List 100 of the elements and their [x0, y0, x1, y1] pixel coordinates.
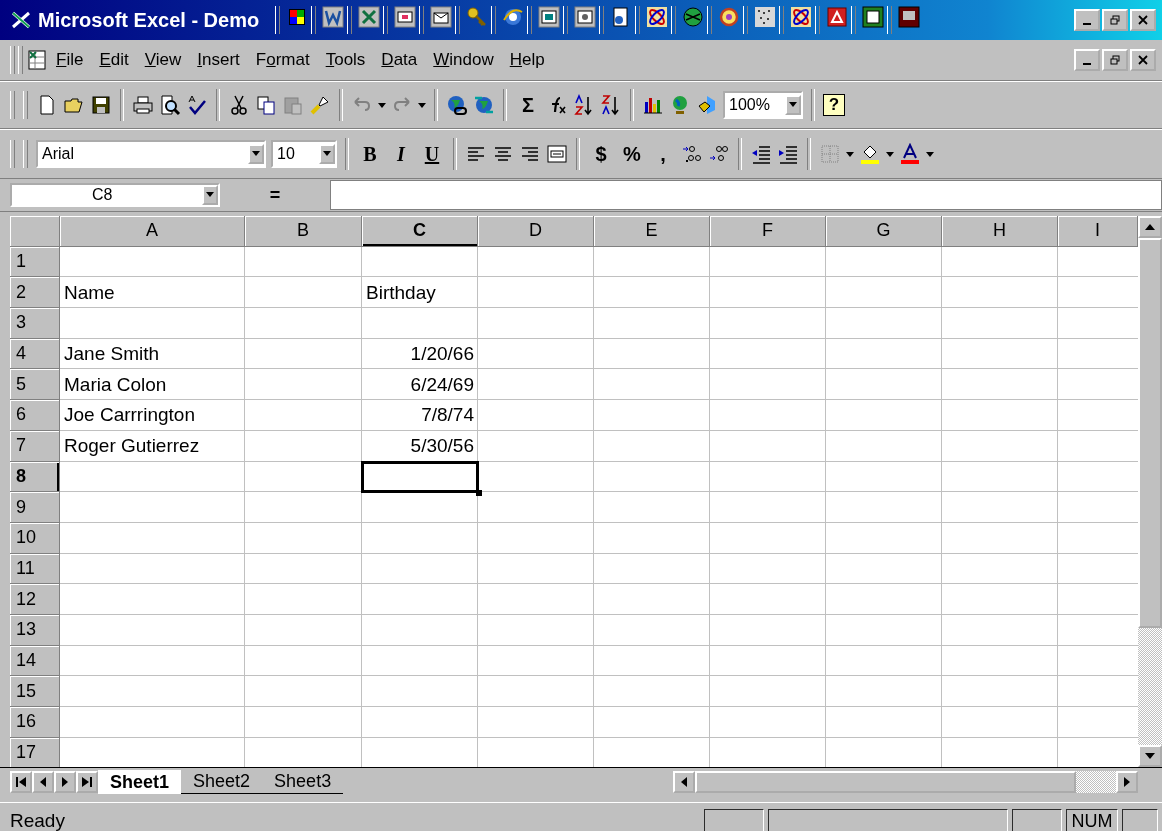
row-header[interactable]: 16 [10, 707, 60, 738]
copy-icon[interactable] [255, 94, 277, 116]
sort-descending-icon[interactable] [600, 94, 622, 116]
atom-icon[interactable] [646, 6, 669, 28]
zoom-dropdown[interactable]: 100% [723, 91, 803, 119]
sort-ascending-icon[interactable] [573, 94, 595, 116]
menu-item[interactable]: Window [425, 50, 502, 70]
shapes-icon[interactable] [696, 94, 718, 116]
menu-item[interactable]: Help [501, 50, 553, 70]
row-header[interactable]: 10 [10, 522, 60, 554]
row-header[interactable]: 4 [10, 338, 60, 370]
scroll-thumb[interactable] [695, 771, 1076, 793]
decrease-indent-icon[interactable] [750, 143, 772, 165]
scroll-thumb[interactable] [1138, 238, 1162, 628]
row-header[interactable]: 9 [10, 492, 60, 523]
help-button[interactable]: ? [823, 94, 845, 116]
merge-center-icon[interactable] [546, 143, 568, 165]
dropdown-arrow-button[interactable] [785, 95, 801, 115]
menu-item[interactable]: View [136, 50, 190, 70]
font-color-icon[interactable] [899, 143, 921, 165]
window-icon[interactable] [574, 6, 597, 28]
bold-button[interactable]: B [357, 142, 383, 166]
column-header[interactable]: G [826, 216, 942, 247]
column-header[interactable]: D [478, 216, 594, 247]
box-icon[interactable] [898, 6, 921, 28]
first-sheet-button[interactable] [10, 771, 32, 793]
scroll-left-button[interactable] [673, 771, 695, 793]
row-header[interactable]: 1 [10, 246, 60, 278]
font-size-dropdown[interactable]: 10 [271, 140, 337, 168]
paintbrush-icon[interactable] [309, 94, 331, 116]
globe-icon[interactable] [446, 94, 468, 116]
autosum-button[interactable]: Σ [515, 93, 541, 117]
dropdown-arrow-button[interactable] [202, 185, 218, 205]
letter-w-icon[interactable] [322, 6, 345, 28]
row-header[interactable]: 14 [10, 645, 60, 677]
row-header[interactable]: 2 [10, 277, 60, 309]
column-header[interactable]: H [942, 216, 1058, 247]
menu-item[interactable]: Data [373, 50, 426, 70]
restore-button[interactable] [1102, 49, 1128, 71]
formula-field[interactable] [330, 180, 1162, 210]
window-icon[interactable] [538, 6, 561, 28]
scroll-up-button[interactable] [1138, 216, 1162, 238]
row-header[interactable]: 6 [10, 400, 60, 431]
name-box[interactable]: C8 [10, 183, 220, 207]
dots-icon[interactable] [754, 6, 777, 28]
minimize-button[interactable] [1074, 49, 1100, 71]
scissors-icon[interactable] [228, 94, 250, 116]
document-icon[interactable] [826, 6, 849, 28]
row-header[interactable]: 12 [10, 584, 60, 615]
column-header[interactable]: C [362, 216, 478, 247]
browser-icon[interactable] [502, 6, 525, 28]
underline-button[interactable]: U [419, 142, 445, 166]
scroll-right-button[interactable] [1116, 771, 1138, 793]
ring-icon[interactable] [718, 6, 741, 28]
row-header[interactable]: 8 [10, 461, 60, 493]
font-dropdown[interactable]: Arial [36, 140, 266, 168]
screen-icon[interactable] [394, 6, 417, 28]
sheet-tab[interactable]: Sheet1 [98, 770, 182, 794]
envelope-icon[interactable] [430, 6, 453, 28]
next-sheet-button[interactable] [54, 771, 76, 793]
last-sheet-button[interactable] [76, 771, 98, 793]
row-header[interactable]: 13 [10, 614, 60, 646]
menu-item[interactable]: Format [247, 50, 318, 70]
atom-icon[interactable] [790, 6, 813, 28]
currency-button[interactable]: $ [588, 142, 614, 166]
row-header[interactable]: 3 [10, 308, 60, 339]
cross-icon[interactable] [358, 6, 381, 28]
spelling-check-icon[interactable] [186, 94, 208, 116]
menu-item[interactable]: Insert [189, 50, 248, 70]
print-preview-icon[interactable] [159, 94, 181, 116]
close-button[interactable] [1130, 9, 1156, 31]
column-header[interactable]: F [710, 216, 826, 247]
box-icon[interactable] [862, 6, 885, 28]
formula-equals-button[interactable]: = [220, 184, 330, 206]
row-header[interactable]: 15 [10, 676, 60, 707]
restore-button[interactable] [1102, 9, 1128, 31]
row-header[interactable]: 11 [10, 553, 60, 585]
dropdown-arrow-button[interactable] [319, 144, 335, 164]
printer-icon[interactable] [132, 94, 154, 116]
row-header[interactable]: 17 [10, 737, 60, 767]
menu-item[interactable]: Tools [317, 50, 374, 70]
minimize-button[interactable] [1074, 9, 1100, 31]
column-header[interactable]: B [245, 216, 362, 247]
row-header[interactable]: 7 [10, 430, 60, 462]
dropdown-arrow-button[interactable] [248, 144, 264, 164]
menu-item[interactable]: Edit [91, 50, 137, 70]
ball-icon[interactable] [682, 6, 705, 28]
menu-item[interactable]: File [48, 50, 92, 70]
row-header[interactable]: 5 [10, 369, 60, 401]
italic-button[interactable]: I [388, 142, 414, 166]
select-all-corner[interactable] [10, 216, 60, 247]
percent-button[interactable]: % [619, 142, 645, 166]
column-header[interactable]: E [594, 216, 710, 247]
comma-button[interactable]: , [650, 142, 676, 166]
fill-color-icon[interactable] [859, 143, 881, 165]
increase-indent-icon[interactable] [777, 143, 799, 165]
increase-decimal-icon[interactable] [681, 143, 703, 165]
spreadsheet-icon[interactable] [26, 49, 48, 71]
clipboard-icon[interactable] [282, 94, 304, 116]
close-button[interactable] [1130, 49, 1156, 71]
